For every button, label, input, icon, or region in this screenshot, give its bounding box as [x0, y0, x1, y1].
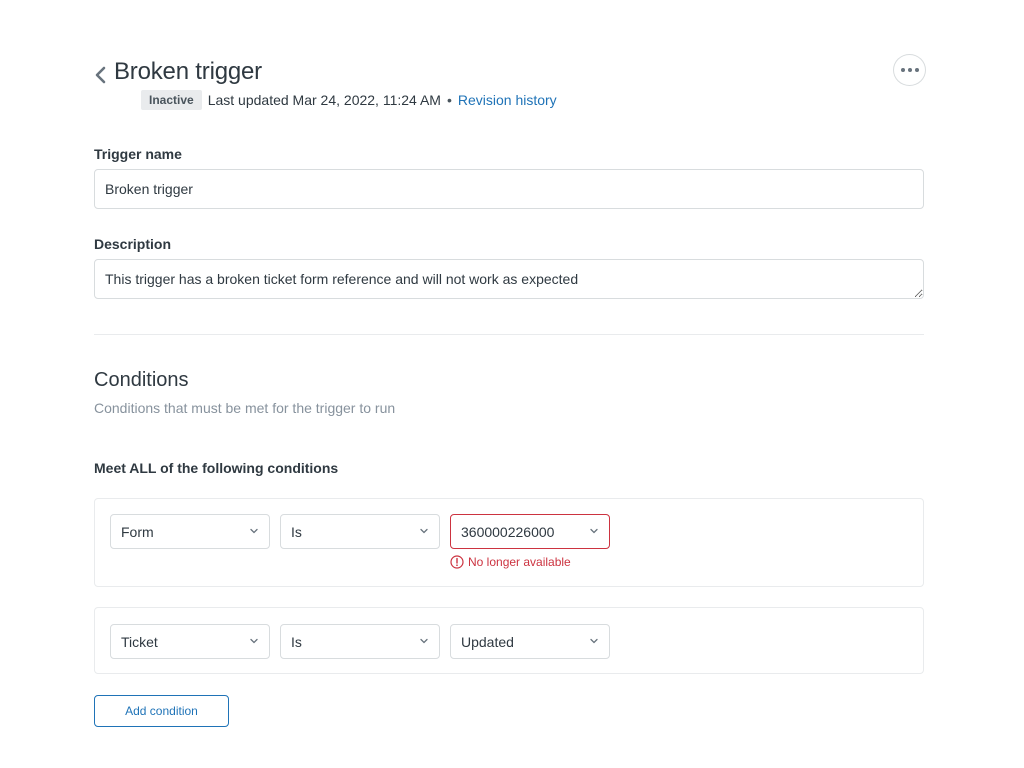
condition-field-select[interactable]: Ticket — [110, 624, 270, 659]
chevron-down-icon — [590, 528, 598, 534]
condition-operator-select[interactable]: Is — [280, 624, 440, 659]
select-value: Is — [291, 523, 302, 540]
conditions-subtitle: Conditions that must be met for the trig… — [94, 400, 396, 416]
more-options-button[interactable] — [893, 54, 926, 86]
status-badge: Inactive — [141, 89, 202, 110]
select-value: 360000226000 — [461, 523, 555, 540]
add-condition-button[interactable]: Add condition — [94, 695, 229, 727]
page-title: Broken trigger — [114, 58, 262, 85]
chevron-down-icon — [250, 528, 258, 534]
ellipsis-icon-dot — [914, 68, 919, 72]
trigger-name-label: Trigger name — [94, 146, 182, 162]
description-label: Description — [94, 236, 172, 252]
condition-operator-select[interactable]: Is — [280, 514, 440, 549]
last-updated-text: Last updated Mar 24, 2022, 11:24 AM — [207, 91, 441, 108]
condition-value-select[interactable]: 360000226000 — [450, 514, 610, 549]
select-value: Form — [121, 523, 154, 540]
chevron-down-icon — [420, 528, 428, 534]
separator-dot: • — [446, 91, 452, 108]
select-value: Ticket — [121, 633, 158, 650]
meet-all-label: Meet ALL of the following conditions — [94, 460, 339, 476]
error-text: No longer available — [468, 555, 571, 569]
trigger-name-input[interactable] — [94, 169, 924, 209]
ellipsis-icon-dot — [900, 68, 905, 72]
select-value: Updated — [461, 633, 514, 650]
chevron-down-icon — [420, 638, 428, 644]
validation-error: No longer available — [450, 555, 571, 569]
condition-field-select[interactable]: Form — [110, 514, 270, 549]
trigger-edit-page: Broken trigger Inactive Last updated Mar… — [0, 0, 1024, 768]
condition-value-select[interactable]: Updated — [450, 624, 610, 659]
conditions-title: Conditions — [94, 369, 189, 391]
condition-row: Ticket Is Updated — [94, 607, 924, 674]
condition-row: Form Is 360000226000 No longer available — [94, 498, 924, 587]
ellipsis-icon-dot — [907, 68, 912, 72]
section-divider — [94, 334, 924, 335]
description-textarea[interactable]: This trigger has a broken ticket form re… — [94, 259, 924, 299]
chevron-down-icon — [250, 638, 258, 644]
revision-history-link[interactable]: Revision history — [458, 92, 557, 108]
alert-error-icon — [450, 555, 464, 569]
trigger-meta: Inactive Last updated Mar 24, 2022, 11:2… — [141, 89, 557, 110]
select-value: Is — [291, 633, 302, 650]
chevron-left-icon[interactable] — [92, 64, 108, 86]
chevron-down-icon — [590, 638, 598, 644]
